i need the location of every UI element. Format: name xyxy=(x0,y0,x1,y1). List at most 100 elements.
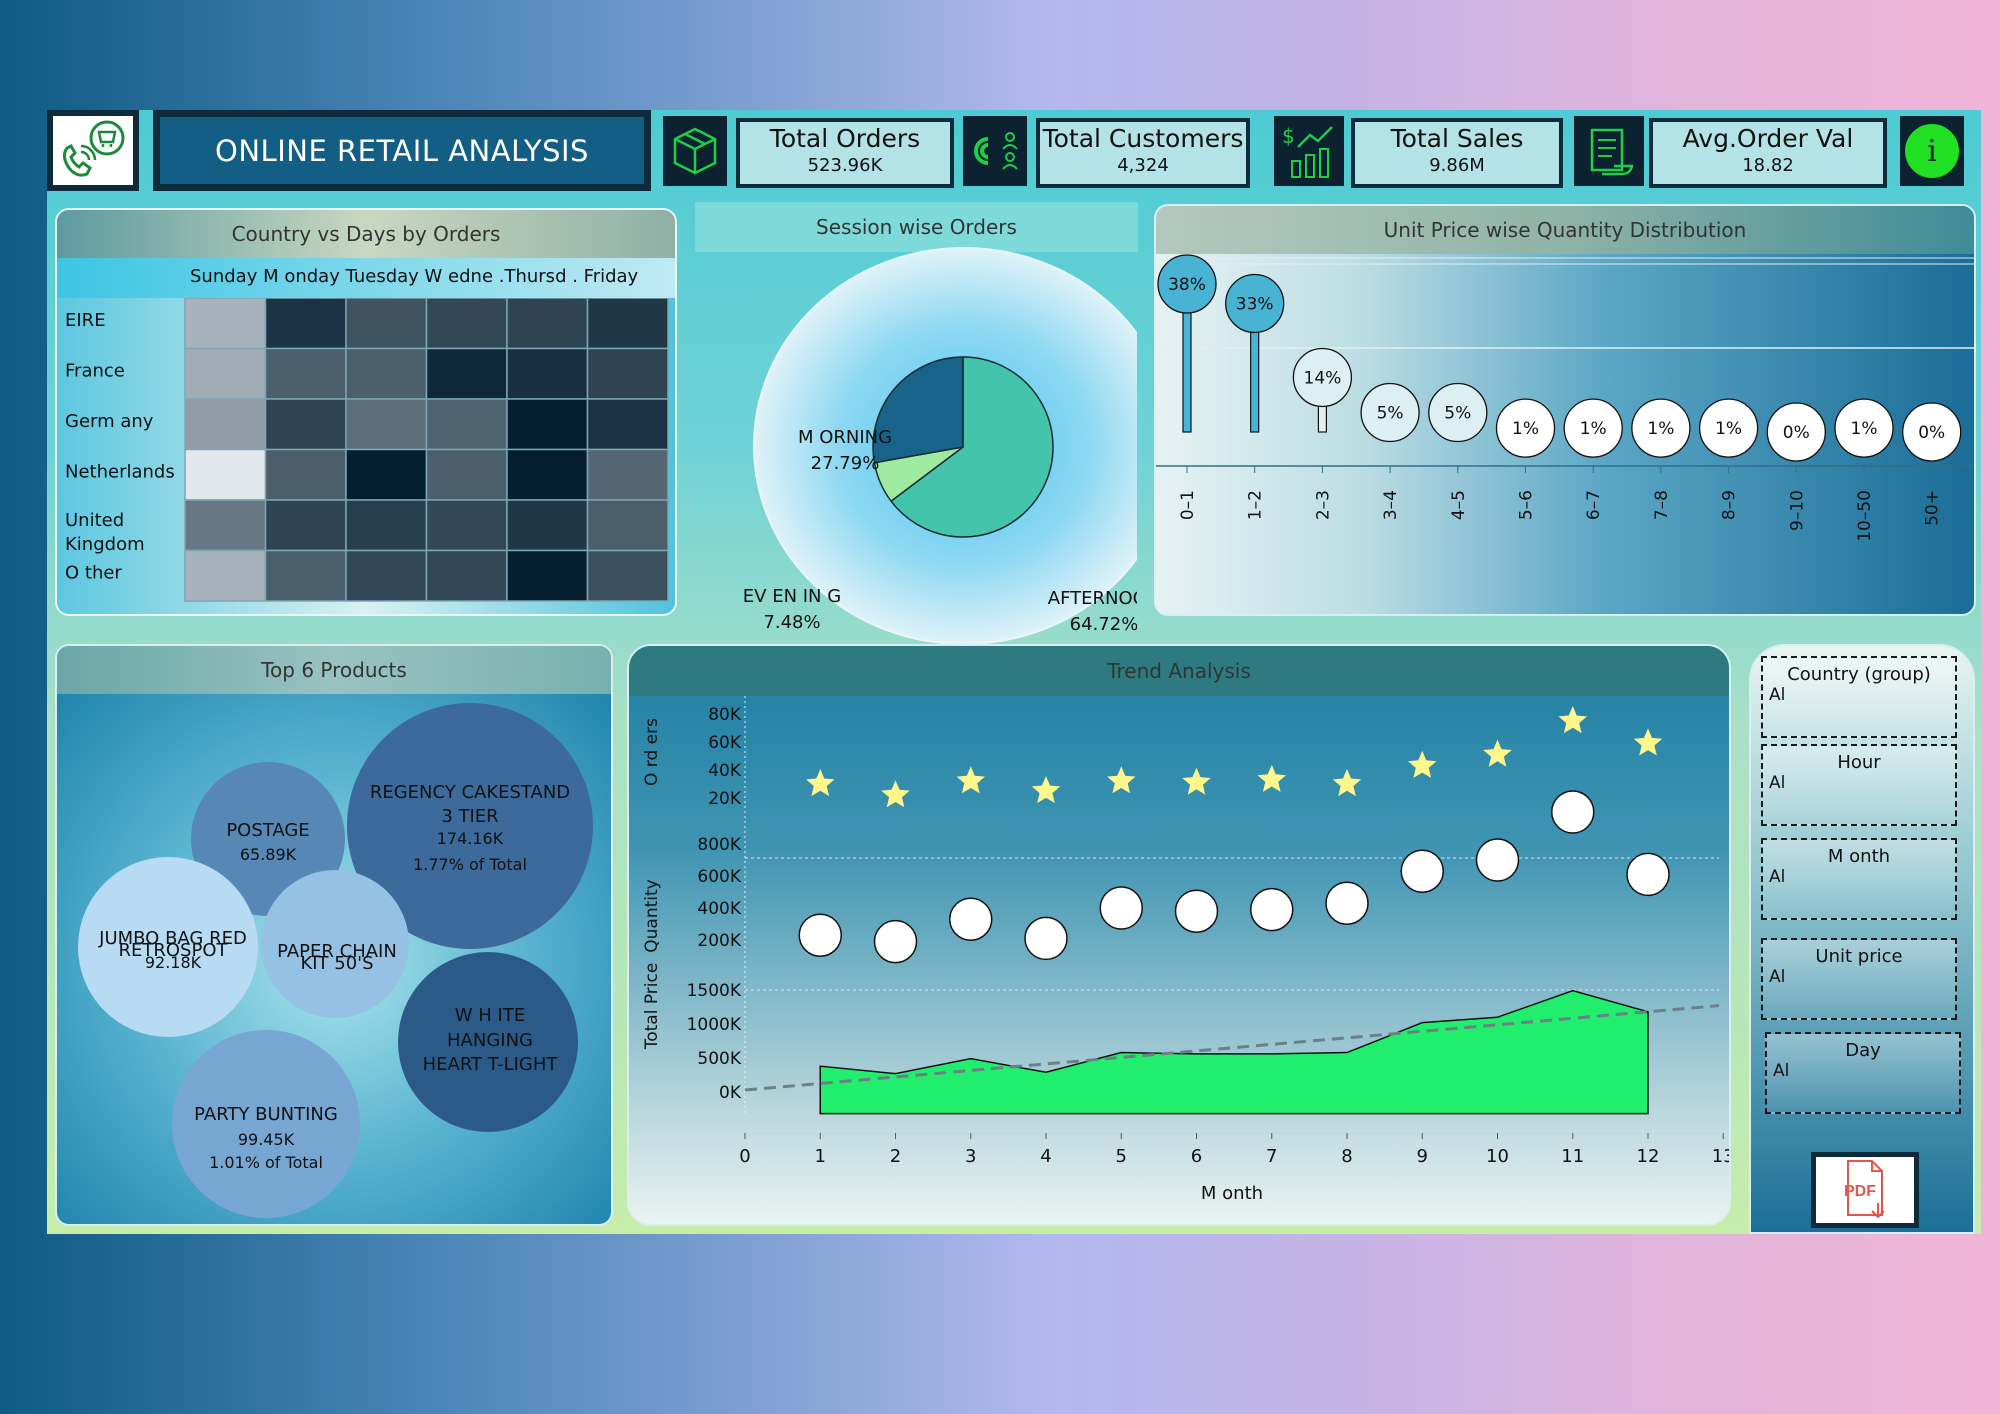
heatmap-title: Country vs Days by Orders xyxy=(57,210,675,258)
kpi-value: 9.86M xyxy=(1429,154,1485,176)
product-name: POSTAGE xyxy=(226,820,309,841)
kpi-label: Total Customers xyxy=(1042,124,1244,153)
y-tick-label: 1000K xyxy=(687,1015,742,1035)
slicer-day[interactable]: Day Al xyxy=(1765,1032,1961,1114)
slicer-country[interactable]: Country (group) Al xyxy=(1761,656,1957,738)
heatmap-cell xyxy=(264,298,347,350)
heatmap-cell xyxy=(264,499,347,552)
x-axis-label: M onth xyxy=(1201,1183,1263,1204)
top-products-panel: Top 6 Products POSTAGE 65.89K REGENCY CAKE… xyxy=(55,644,613,1226)
trend-panel: Trend Analysis 80K 60K 40K 20K 800K 600K 400K 2… xyxy=(627,644,1731,1226)
product-name: KIT 50'S xyxy=(300,953,373,974)
customers-magnet-icon xyxy=(963,116,1027,186)
heatmap-days-header: Sunday M onday Tuesday W edne .Thursd . … xyxy=(190,266,639,287)
heatmap-cell xyxy=(264,549,347,602)
unitprice-panel: Unit Price wise Quantity Distribution 38… xyxy=(1154,204,1976,616)
lollipop-label: 1% xyxy=(1851,419,1878,439)
total-price-point xyxy=(873,919,918,964)
y-tick-label: 60K xyxy=(708,733,742,753)
heatmap-cell xyxy=(264,448,347,501)
y-tick-label: 500K xyxy=(697,1049,741,1069)
total-price-point xyxy=(1475,838,1520,882)
x-tick-label: 0–1 xyxy=(1178,490,1198,520)
y-tick-label: 0K xyxy=(719,1083,742,1103)
heatmap-row-label: O ther xyxy=(65,563,122,584)
heatmap-cell xyxy=(264,398,347,451)
heatmap-row-label: Germ any xyxy=(65,411,154,432)
heatmap-cell xyxy=(184,448,267,501)
slicer-value: Al xyxy=(1769,685,1786,705)
heatmap-cell xyxy=(425,448,508,501)
trend-chart: 80K60K40K20K800K600K400K200K1500K1000K50… xyxy=(642,696,1729,1204)
y-tick-label: 400K xyxy=(697,899,741,919)
heatmap-cell xyxy=(264,347,347,400)
heatmap-cell xyxy=(506,499,589,552)
x-tick-label: 3–4 xyxy=(1381,490,1401,520)
unitprice-lollipop-chart: 38% 0–1 33% 1–2 14% 2–3 5% 3–4 5% 4–5 1% 5–6 1% 6–7 1%… xyxy=(1156,254,1974,542)
x-tick-label: 5 xyxy=(1116,1146,1127,1167)
heatmap-cell xyxy=(586,347,669,400)
kpi-total-orders: Total Orders 523.96K xyxy=(736,118,954,188)
heatmap-grid: EIRE France Germ any Netherlands United Kingd… xyxy=(65,298,669,602)
slicer-title: Day xyxy=(1845,1040,1881,1061)
product-name: 3 TIER xyxy=(441,806,498,827)
lollipop-label: 1% xyxy=(1512,419,1539,439)
slicer-value: Al xyxy=(1773,1061,1790,1081)
y-tick-label: 1500K xyxy=(687,981,742,1001)
slicer-month[interactable]: M onth Al xyxy=(1761,838,1957,920)
y-axis-label: Quantity xyxy=(642,879,662,952)
lollipop-label: 0% xyxy=(1783,423,1810,443)
product-value: 92.18K xyxy=(145,953,202,972)
heatmap-row-label: United xyxy=(65,510,124,531)
y-tick-label: 800K xyxy=(697,835,741,855)
x-tick-label: 50+ xyxy=(1923,490,1943,526)
x-tick-label: 8–9 xyxy=(1720,490,1740,520)
heatmap-cell xyxy=(425,499,508,552)
kpi-value: 523.96K xyxy=(807,154,883,176)
x-tick-label: 10–50 xyxy=(1855,490,1875,542)
slicer-unit-price[interactable]: Unit price Al xyxy=(1761,938,1957,1020)
product-value: 99.45K xyxy=(238,1130,295,1149)
product-pct: 1.01% of Total xyxy=(209,1153,323,1172)
slicer-hour[interactable]: Hour Al xyxy=(1761,744,1957,826)
total-price-point xyxy=(1024,916,1068,961)
lollipop-label: 1% xyxy=(1715,419,1742,439)
x-tick-label: 0 xyxy=(739,1146,750,1167)
total-price-point xyxy=(1099,886,1143,930)
heatmap-panel: Country vs Days by Orders Sunday M onday… xyxy=(55,208,677,616)
x-tick-label: 5–6 xyxy=(1517,490,1537,520)
lollipop-label: 14% xyxy=(1304,368,1342,388)
export-pdf-button[interactable]: PDF xyxy=(1811,1152,1919,1228)
product-value: 65.89K xyxy=(240,845,297,864)
heatmap-cell xyxy=(506,549,589,602)
heatmap-cell xyxy=(345,398,428,451)
x-tick-label: 1–2 xyxy=(1246,490,1266,520)
heatmap-cell xyxy=(184,398,267,451)
orders-point xyxy=(1633,728,1663,756)
total-price-point xyxy=(1325,881,1369,925)
x-tick-label: 2–3 xyxy=(1313,490,1333,520)
y-tick-label: 80K xyxy=(708,705,742,725)
x-tick-label: 7 xyxy=(1266,1146,1277,1167)
slicer-value: Al xyxy=(1769,867,1786,887)
kpi-value: 4,324 xyxy=(1117,154,1169,176)
heatmap-cell xyxy=(184,298,267,350)
slicer-title: Unit price xyxy=(1815,946,1903,967)
pdf-icon: PDF xyxy=(1816,1157,1914,1223)
package-icon xyxy=(663,116,727,186)
kpi-value: 18.82 xyxy=(1742,154,1794,176)
x-tick-label: 11 xyxy=(1561,1146,1584,1167)
slicer-value: Al xyxy=(1769,967,1786,987)
lollipop-label: 38% xyxy=(1168,275,1206,295)
product-name: HEART T-LIGHT xyxy=(423,1054,559,1075)
dashboard-title: ONLINE RETAIL ANALYSIS xyxy=(158,115,646,186)
heatmap-cell xyxy=(506,298,589,350)
product-pct: 1.77% of Total xyxy=(413,855,527,874)
x-tick-label: 6–7 xyxy=(1584,490,1604,520)
pie-percent: 27.79% xyxy=(811,453,880,474)
orders-point xyxy=(956,766,985,794)
info-button[interactable]: i xyxy=(1900,116,1964,186)
total-price-point xyxy=(1174,889,1219,933)
product-name: REGENCY CAKESTAND xyxy=(370,782,570,803)
pie-label: EV EN IN G xyxy=(743,586,841,607)
